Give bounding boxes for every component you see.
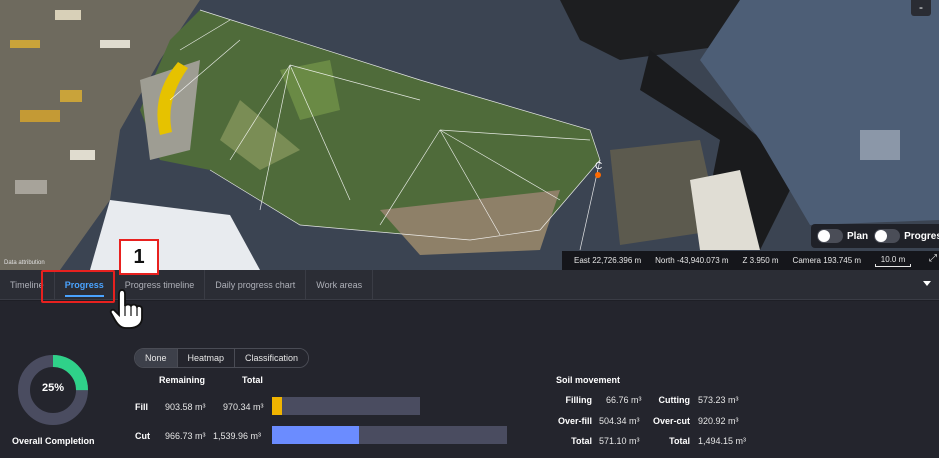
expand-icon[interactable]: ⤢ <box>929 253 937 264</box>
fill-remaining-value: 903.58 m³ <box>165 402 206 412</box>
soil-movement-title: Soil movement <box>556 375 621 385</box>
over-fill-value: 504.34 m³ <box>599 416 640 426</box>
left-total-label: Total <box>571 436 592 446</box>
fill-label: Fill <box>135 402 148 412</box>
fill-progress-fill <box>272 397 283 415</box>
over-cut-value: 920.92 m³ <box>698 416 739 426</box>
zoom-out-button[interactable]: - <box>911 0 931 16</box>
view-mode-selector: None Heatmap Classification <box>134 348 310 368</box>
plan-switch[interactable] <box>817 229 843 243</box>
plan-toggle-label: Plan <box>847 230 869 242</box>
mode-classification-button[interactable]: Classification <box>235 349 309 367</box>
east-coordinate: East 22,726.396 m <box>574 256 642 265</box>
filling-value: 66.76 m³ <box>606 395 642 405</box>
right-total-label: Total <box>669 436 690 446</box>
annotation-step-number: 1 <box>119 239 159 275</box>
over-fill-label: Over-fill <box>557 416 592 426</box>
remaining-header: Remaining <box>159 375 206 385</box>
mode-none-button[interactable]: None <box>135 349 178 367</box>
map-marker[interactable]: C <box>591 160 609 182</box>
cut-label: Cut <box>135 431 150 441</box>
annotation-highlight-box <box>41 270 115 303</box>
cutting-value: 573.23 m³ <box>698 395 739 405</box>
plan-toggle[interactable]: Plan <box>817 229 868 243</box>
scale-bar <box>875 263 912 267</box>
right-total-value: 1,494.15 m³ <box>698 436 747 446</box>
site-aerial-imagery <box>0 0 939 270</box>
progress-toggle-label: Progress <box>904 230 939 242</box>
cutting-label: Cutting <box>658 395 691 405</box>
data-attribution-link[interactable]: Data attribution <box>4 260 45 266</box>
camera-height: Camera 193.745 m <box>792 256 862 265</box>
filling-label: Filling <box>565 395 593 405</box>
fill-total-value: 970.34 m³ <box>223 402 264 412</box>
cut-progress-fill <box>272 426 359 444</box>
over-cut-label: Over-cut <box>652 416 690 426</box>
layer-toggles: Plan Progress <box>811 224 939 248</box>
pointer-hand-icon <box>109 289 143 329</box>
fill-progress-bar <box>272 397 420 415</box>
progress-switch[interactable] <box>874 229 901 243</box>
overall-completion-percent: 25% <box>41 382 65 394</box>
total-header: Total <box>242 375 263 385</box>
z-coordinate: Z 3.950 m <box>742 256 779 265</box>
left-total-value: 571.10 m³ <box>599 436 640 446</box>
collapse-panel-icon[interactable] <box>923 281 931 286</box>
cut-total-value: 1,539.96 m³ <box>213 431 262 441</box>
marker-label: C <box>595 161 602 172</box>
scale-indicator: 10.0 m <box>875 254 912 267</box>
map-viewport[interactable]: - C Data attribution Plan Progress East … <box>0 0 939 270</box>
tab-daily-progress-chart[interactable]: Daily progress chart <box>205 269 307 300</box>
overall-completion-label: Overall Completion <box>12 436 95 446</box>
cut-remaining-value: 966.73 m³ <box>165 431 206 441</box>
scale-label: 10.0 m <box>880 254 906 264</box>
coordinate-status-bar: East 22,726.396 m North -43,940.073 m Z … <box>562 251 939 270</box>
cut-progress-bar <box>272 426 507 444</box>
progress-toggle[interactable]: Progress <box>874 229 939 243</box>
mode-heatmap-button[interactable]: Heatmap <box>177 349 236 367</box>
tab-work-areas[interactable]: Work areas <box>306 269 374 300</box>
north-coordinate: North -43,940.073 m <box>655 256 729 265</box>
